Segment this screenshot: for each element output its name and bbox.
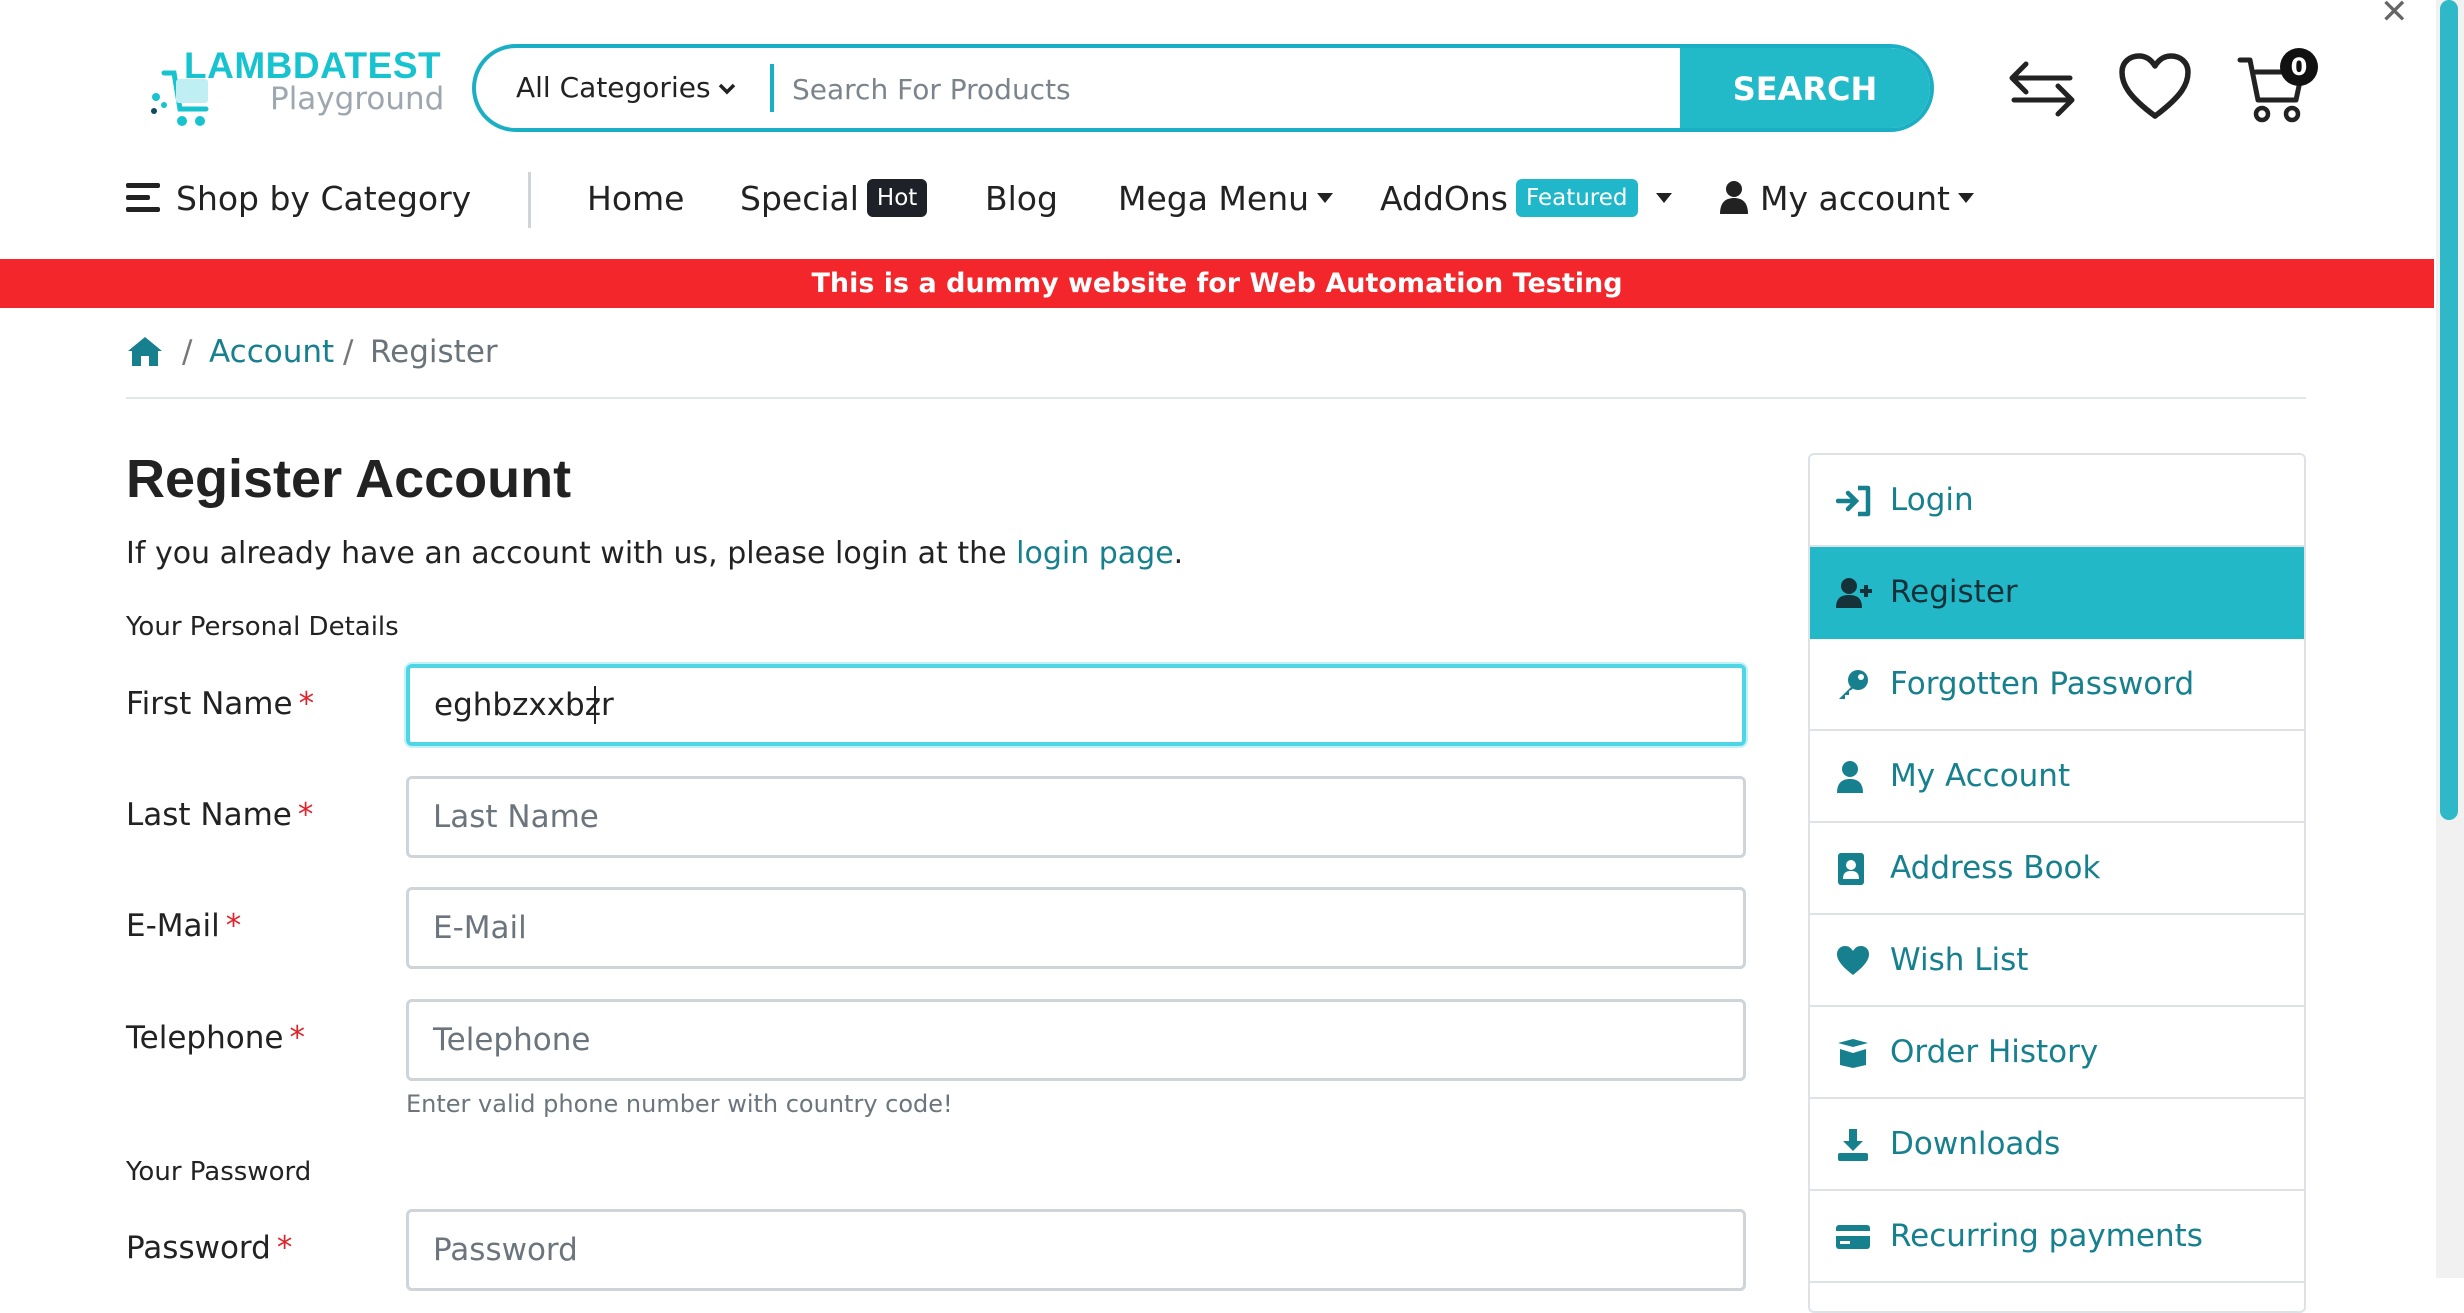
sidebar-item-label: Downloads [1890,1126,2061,1162]
breadcrumb-separator: / [182,334,193,370]
nav-my-account[interactable]: My account [1720,174,1974,224]
chevron-down-icon[interactable] [716,78,738,100]
email-label-text: E-Mail [126,908,220,944]
last-name-label: Last Name * [126,797,313,833]
sidebar-item-label: My Account [1890,758,2071,794]
intro-text: If you already have an account with us, … [126,536,1183,571]
user-icon [1720,180,1748,214]
required-marker: * [289,1020,305,1056]
nav-shop-by-category-label: Shop by Category [176,179,472,218]
lambdatest-logo[interactable]: LAMBDATEST Playground [150,45,444,135]
page-title: Register Account [126,449,572,509]
search-input[interactable] [790,48,1544,128]
sidebar-item-label: Login [1890,482,1974,518]
breadcrumb-current: Register [370,334,498,370]
sidebar-item-wish-list[interactable]: Wish List [1810,915,2304,1007]
nav-addons-label: AddOns [1380,179,1508,218]
first-name-field[interactable] [406,664,1746,746]
intro-prefix: If you already have an account with us, … [126,536,1017,571]
breadcrumb-account[interactable]: Account [209,332,334,372]
caret-down-icon [1317,192,1334,203]
telephone-label: Telephone * [126,1020,305,1056]
sidebar-item-label: Recurring payments [1890,1218,2203,1254]
sidebar-item-label: Forgotten Password [1890,666,2195,702]
nav-mega-menu[interactable]: Mega Menu [1118,174,1334,224]
compare-icon[interactable] [2006,52,2078,124]
first-name-label-text: First Name [126,686,293,722]
required-marker: * [225,908,242,944]
address-book-icon [1838,853,1864,885]
close-icon[interactable]: ✕ [2380,0,2409,32]
nav-mega-menu-label: Mega Menu [1118,179,1310,218]
sidebar-item-order-history[interactable]: Order History [1810,1007,2304,1099]
sidebar-item-register[interactable]: Register [1810,547,2304,639]
email-field[interactable] [406,887,1746,969]
password-label: Password * [126,1230,292,1266]
last-name-field[interactable] [406,776,1746,858]
search-divider [770,64,774,112]
password-legend: Your Password [126,1157,312,1187]
nav-home[interactable]: Home [587,174,684,224]
nav-divider [528,172,531,228]
sidebar-item-forgotten-password[interactable]: Forgotten Password [1810,639,2304,731]
cart-count-badge: 0 [2280,48,2318,86]
sign-in-icon [1836,485,1871,517]
last-name-label-text: Last Name [126,797,292,833]
personal-details-legend: Your Personal Details [126,612,399,642]
heart-icon [1837,946,1869,975]
nav-addons[interactable]: AddOns Featured [1380,174,1672,224]
user-plus-icon [1836,578,1872,608]
caret-down-icon [1655,192,1672,203]
password-label-text: Password [126,1230,271,1266]
scrollbar-thumb[interactable] [2440,0,2458,820]
sidebar-item-recurring-payments[interactable]: Recurring payments [1810,1191,2304,1283]
sidebar-item-label: Wish List [1890,942,2029,978]
breadcrumb-separator: / [343,334,354,370]
sidebar-item-label: Address Book [1890,850,2101,886]
sidebar-item-label: Register [1890,574,2018,610]
logo-subtitle: Playground [270,81,445,117]
notice-banner: This is a dummy website for Web Automati… [0,259,2434,308]
sidebar-item-my-account[interactable]: My Account [1810,731,2304,823]
sidebar-item-downloads[interactable]: Downloads [1810,1099,2304,1191]
menu-bars-icon [126,182,160,212]
sidebar-item-address-book[interactable]: Address Book [1810,823,2304,915]
search-bar: All Categories SEARCH [472,44,1934,132]
text-cursor [594,686,596,724]
login-page-link[interactable]: login page [1016,536,1174,571]
hot-badge: Hot [866,178,928,217]
sidebar-item-login[interactable]: Login [1810,455,2304,547]
required-marker: * [297,797,314,833]
telephone-field[interactable] [406,999,1746,1081]
first-name-label: First Name * [126,686,314,722]
nav-blog[interactable]: Blog [985,174,1058,224]
wishlist-heart-icon[interactable] [2118,52,2192,122]
email-label: E-Mail * [126,908,241,944]
nav-special[interactable]: Special Hot [740,174,928,224]
credit-card-icon [1836,1225,1870,1249]
password-field[interactable] [406,1209,1746,1291]
nav-my-account-label: My account [1760,179,1950,218]
sidebar-item-label: Order History [1890,1034,2099,1070]
home-icon[interactable] [126,334,164,368]
box-open-icon [1836,1039,1871,1068]
key-icon [1839,670,1868,699]
search-button[interactable]: SEARCH [1680,48,1930,128]
download-icon [1838,1129,1868,1161]
category-select[interactable]: All Categories [516,48,711,128]
nav-shop-by-category[interactable]: Shop by Category [126,174,471,224]
user-icon [1837,761,1863,793]
nav-special-label: Special [740,179,859,218]
required-marker: * [276,1230,293,1266]
breadcrumb-divider [126,397,2306,399]
intro-suffix: . [1173,536,1184,571]
account-sidebar: Login Register Forgotten Password My Acc… [1808,453,2306,1313]
telephone-label-text: Telephone [126,1020,284,1056]
featured-badge: Featured [1515,178,1638,217]
caret-down-icon [1957,192,1974,203]
telephone-help-text: Enter valid phone number with country co… [406,1090,953,1118]
required-marker: * [298,686,315,722]
